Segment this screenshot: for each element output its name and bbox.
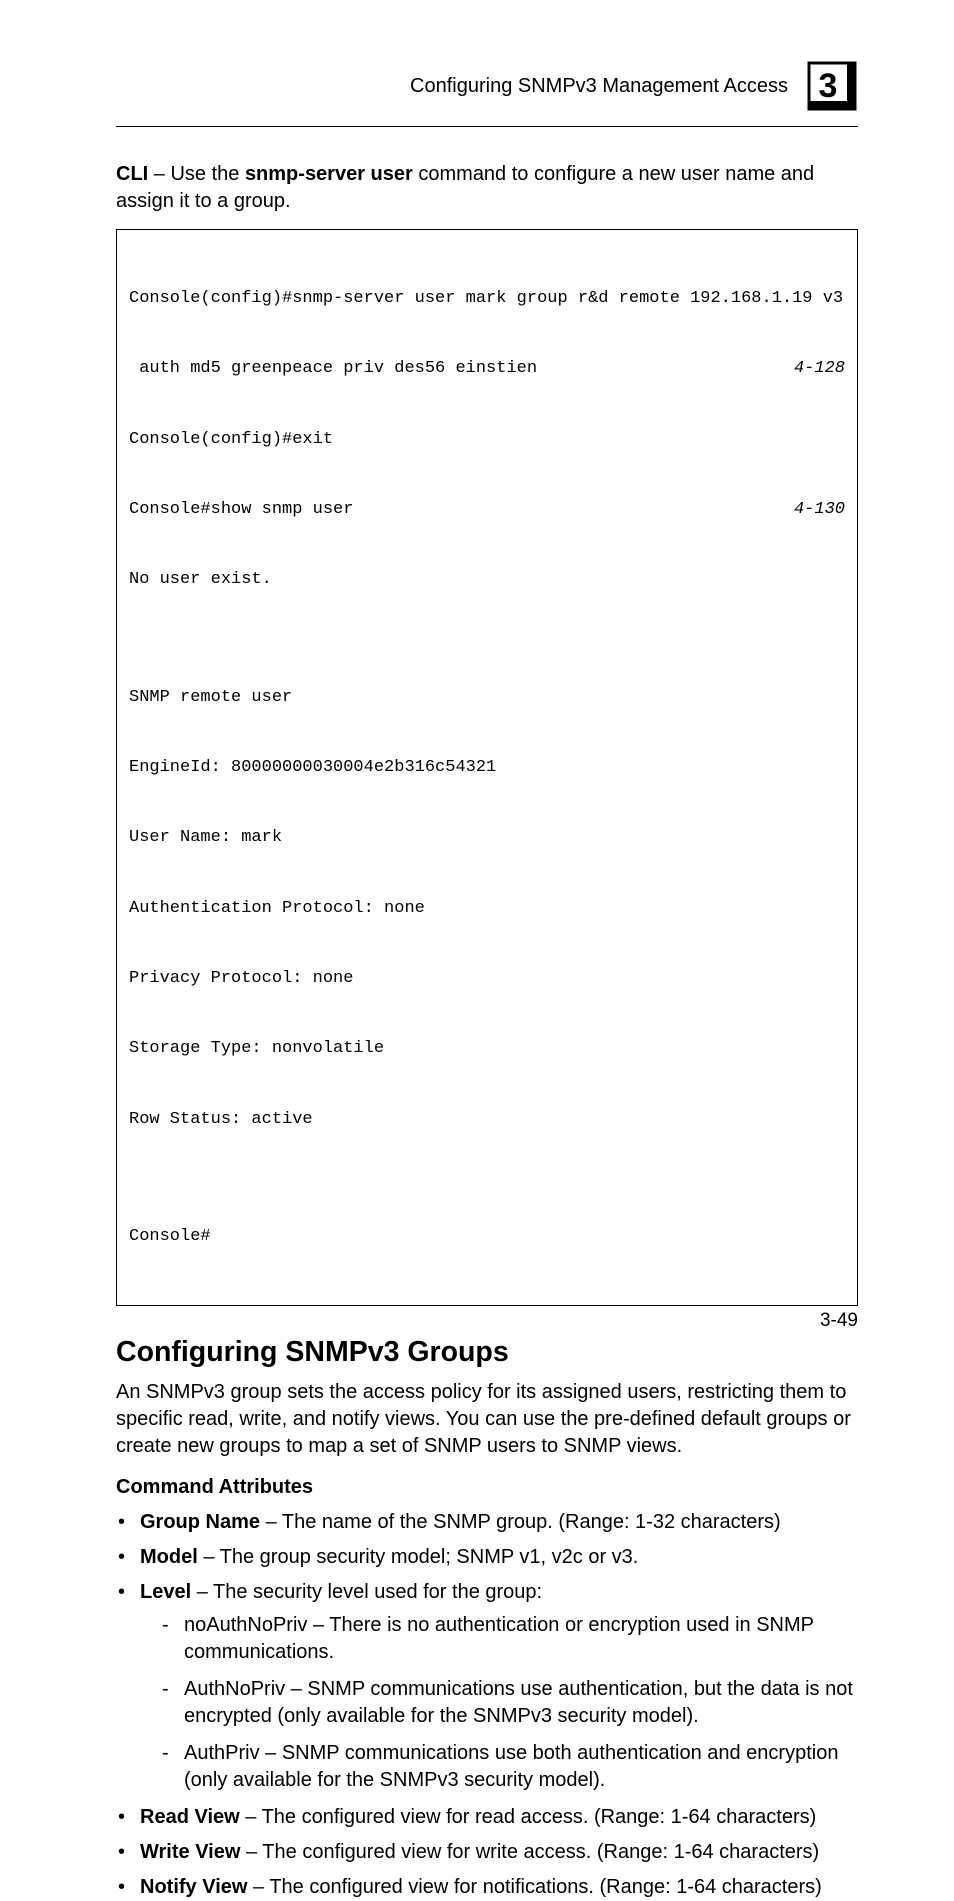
attr-text: – The name of the SNMP group. (Range: 1-…: [260, 1511, 781, 1533]
attr-text: – The group security model; SNMP v1, v2c…: [198, 1546, 639, 1568]
attr-text: – The configured view for read access. (…: [240, 1806, 817, 1828]
page-container: Configuring SNMPv3 Management Access 3 C…: [0, 0, 954, 1388]
code-line: User Name: mark: [129, 826, 845, 849]
page-number: 3-49: [820, 1310, 858, 1332]
command-attributes-heading: Command Attributes: [116, 1476, 858, 1499]
cli-mid1: – Use the: [148, 163, 245, 185]
section-paragraph: An SNMPv3 group sets the access policy f…: [116, 1379, 858, 1460]
attr-text: – The configured view for write access. …: [240, 1841, 819, 1863]
chapter-badge-icon: 3: [806, 60, 858, 112]
attr-label: Model: [140, 1546, 198, 1568]
list-item: Model – The group security model; SNMP v…: [116, 1544, 858, 1571]
attr-label: Level: [140, 1581, 191, 1603]
header-rule: [116, 126, 858, 127]
code-line: SNMP remote user: [129, 686, 845, 709]
code-line: No user exist.: [129, 568, 845, 591]
running-header: Configuring SNMPv3 Management Access 3: [116, 60, 858, 112]
code-line: auth md5 greenpeace priv des56 einstien4…: [129, 357, 845, 380]
cli-intro-paragraph: CLI – Use the snmp-server user command t…: [116, 161, 858, 215]
list-item: Read View – The configured view for read…: [116, 1804, 858, 1831]
attr-label: Group Name: [140, 1511, 260, 1533]
chapter-badge: 3: [806, 60, 858, 112]
sub-list-item: AuthNoPriv – SNMP communications use aut…: [158, 1676, 858, 1730]
list-item: Notify View – The configured view for no…: [116, 1874, 858, 1901]
code-line: Console(config)#exit: [129, 428, 845, 451]
list-item: Write View – The configured view for wri…: [116, 1839, 858, 1866]
running-title: Configuring SNMPv3 Management Access: [410, 75, 788, 98]
code-line: Privacy Protocol: none: [129, 967, 845, 990]
code-line: EngineId: 80000000030004e2b316c54321: [129, 756, 845, 779]
cli-label: CLI: [116, 163, 148, 185]
sub-list-item: AuthPriv – SNMP communications use both …: [158, 1740, 858, 1794]
section-heading: Configuring SNMPv3 Groups: [116, 1336, 858, 1369]
code-example-box: Console(config)#snmp-server user mark gr…: [116, 229, 858, 1306]
attr-text: – The configured view for notifications.…: [247, 1876, 821, 1898]
attr-text: – The security level used for the group:: [191, 1581, 542, 1603]
attr-label: Write View: [140, 1841, 240, 1863]
sub-list: noAuthNoPriv – There is no authenticatio…: [140, 1612, 858, 1794]
sub-list-item: noAuthNoPriv – There is no authenticatio…: [158, 1612, 858, 1666]
chapter-number-text: 3: [819, 67, 838, 105]
code-line: Console#: [129, 1225, 845, 1248]
list-item: Group Name – The name of the SNMP group.…: [116, 1509, 858, 1536]
attributes-list: Group Name – The name of the SNMP group.…: [116, 1509, 858, 1901]
list-item: Level – The security level used for the …: [116, 1579, 858, 1794]
cli-command-name: snmp-server user: [245, 163, 413, 185]
code-line: Row Status: active: [129, 1108, 845, 1131]
code-line: Console(config)#snmp-server user mark gr…: [129, 287, 845, 310]
attr-label: Notify View: [140, 1876, 247, 1898]
code-line: Console#show snmp user4-130: [129, 498, 845, 521]
code-line: Authentication Protocol: none: [129, 897, 845, 920]
attr-label: Read View: [140, 1806, 240, 1828]
code-line: Storage Type: nonvolatile: [129, 1037, 845, 1060]
